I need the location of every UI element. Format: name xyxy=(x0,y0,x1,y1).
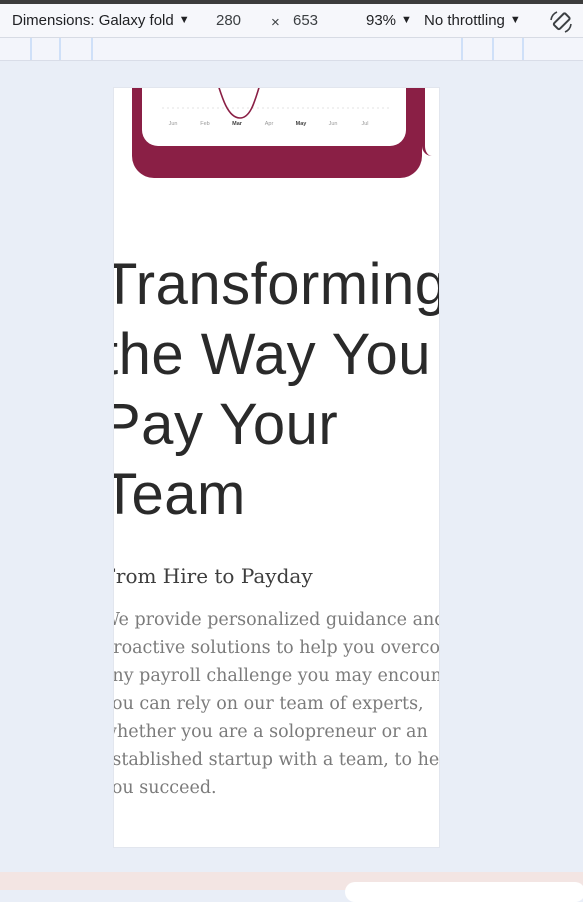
throttling-dropdown[interactable]: No throttling ▼ xyxy=(424,12,521,29)
media-query-marker[interactable] xyxy=(59,38,61,60)
headline-line: Team xyxy=(114,462,246,527)
dimensions-caret-icon: ▼ xyxy=(178,14,190,26)
hero-headline: Transforming the Way You Pay Your Team xyxy=(114,250,439,530)
media-query-marker[interactable] xyxy=(492,38,494,60)
chart-month-label: Apr xyxy=(265,121,274,127)
zoom-dropdown[interactable]: 93% ▼ xyxy=(366,12,412,29)
chart-card: Jun Feb Mar Apr May Jun Jul xyxy=(132,88,422,178)
paragraph-line: proactive solutions to help you overcome xyxy=(114,638,439,658)
zoom-label: 93% xyxy=(366,12,397,29)
chart-series-line xyxy=(218,88,260,119)
width-input[interactable]: 280 xyxy=(216,12,241,29)
height-value: 653 xyxy=(293,12,319,29)
hero-subheading: From Hire to Payday xyxy=(114,564,313,588)
media-query-bar xyxy=(0,38,583,61)
taskbar-hint xyxy=(0,872,583,902)
chart-month-label: Mar xyxy=(232,121,243,127)
headline-line: Pay Your xyxy=(114,392,339,457)
media-query-marker[interactable] xyxy=(522,38,524,60)
chart-month-label: Jun xyxy=(169,121,178,127)
paragraph-line: any payroll challenge you may encounter. xyxy=(114,666,439,686)
media-query-marker[interactable] xyxy=(30,38,32,60)
paragraph-line: whether you are a solopreneur or an xyxy=(114,722,428,742)
headline-line: Transforming xyxy=(114,252,439,317)
taskbar-search-pill[interactable] xyxy=(345,882,583,902)
rotate-button[interactable] xyxy=(548,10,574,34)
dimensions-dropdown[interactable]: Dimensions: Galaxy fold ▼ xyxy=(12,12,190,29)
width-value: 280 xyxy=(216,12,242,29)
times-symbol: × xyxy=(271,14,280,31)
chart-month-label: Jun xyxy=(329,121,338,127)
chart-month-label: May xyxy=(296,121,308,127)
media-query-marker[interactable] xyxy=(91,38,93,60)
throttling-caret-icon: ▼ xyxy=(509,14,521,26)
chart-month-label: Jul xyxy=(361,121,368,127)
paragraph-line: you succeed. xyxy=(114,778,217,798)
paragraph-line: We provide personalized guidance and xyxy=(114,610,439,630)
height-input[interactable]: 653 xyxy=(293,12,318,29)
zoom-caret-icon: ▼ xyxy=(401,14,412,26)
throttling-label: No throttling xyxy=(424,12,505,29)
hero-paragraph: We provide personalized guidance and pro… xyxy=(114,606,439,802)
chart-month-label: Feb xyxy=(200,121,209,127)
paragraph-line: You can rely on our team of experts, xyxy=(114,694,424,714)
side-card-edge xyxy=(422,88,439,156)
dimensions-label: Dimensions: Galaxy fold xyxy=(12,12,174,29)
line-chart: Jun Feb Mar Apr May Jun Jul xyxy=(162,88,392,127)
paragraph-line: established startup with a team, to help xyxy=(114,750,439,770)
device-toolbar: Dimensions: Galaxy fold ▼ 280 × 653 93% … xyxy=(0,4,583,38)
device-viewport: Jun Feb Mar Apr May Jun Jul Transforming the W… xyxy=(114,88,439,847)
chart-panel: Jun Feb Mar Apr May Jun Jul xyxy=(142,88,406,146)
rotate-icon xyxy=(550,11,572,33)
dimension-separator: × xyxy=(271,14,280,31)
media-query-marker[interactable] xyxy=(461,38,463,60)
headline-line: the Way You xyxy=(114,322,432,387)
